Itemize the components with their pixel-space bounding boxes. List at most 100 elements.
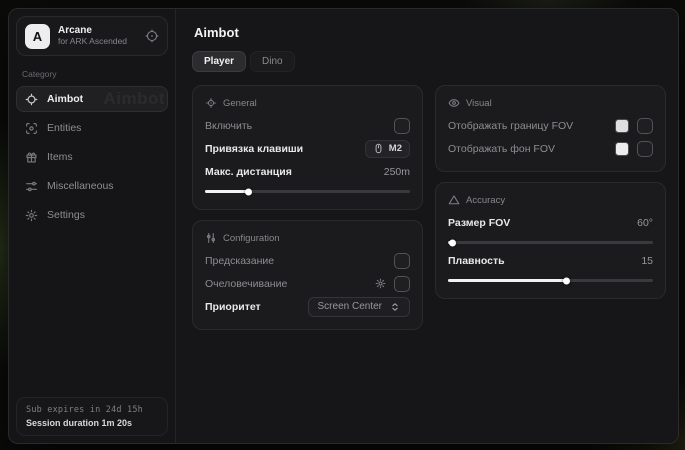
smoothness-row: Плавность 15 [448, 249, 653, 272]
left-column: General Включить Привязка клавиши [192, 85, 423, 330]
fov-size-slider[interactable] [448, 241, 653, 244]
fov-bg-controls [615, 141, 653, 157]
fov-size-row: Размер FOV 60° [448, 211, 653, 234]
tab-player[interactable]: Player [192, 51, 246, 72]
priority-value: Screen Center [318, 301, 382, 312]
fov-bg-label: Отображать фон FOV [448, 143, 555, 155]
distance-label: Макс. дистанция [205, 166, 292, 178]
app-window: A Arcane for ARK Ascended Category [8, 8, 679, 444]
sidebar-item-label: Aimbot [47, 93, 83, 105]
accuracy-card-header: Accuracy [448, 194, 653, 206]
category-label: Category [22, 69, 162, 79]
crosshair-icon [25, 93, 38, 106]
scan-icon [25, 122, 38, 135]
fov-bg-row: Отображать фон FOV [448, 137, 653, 160]
fov-bg-color-swatch[interactable] [615, 142, 629, 156]
sliders-icon [25, 180, 38, 193]
card-title: Accuracy [466, 195, 505, 206]
scope-icon [205, 97, 217, 109]
prediction-label: Предсказание [205, 255, 274, 267]
humanize-label: Очеловечивание [205, 278, 287, 290]
brand-card: A Arcane for ARK Ascended [16, 16, 168, 56]
distance-row: Макс. дистанция 250m [205, 160, 410, 183]
session-duration-text: Session duration 1m 20s [26, 418, 158, 428]
general-card-header: General [205, 97, 410, 109]
fov-border-label: Отображать границу FOV [448, 120, 573, 132]
eye-icon [448, 97, 460, 109]
enable-label: Включить [205, 120, 252, 132]
smoothness-slider[interactable] [448, 279, 653, 282]
gift-icon [25, 151, 38, 164]
fov-bg-checkbox[interactable] [637, 141, 653, 157]
card-title: General [223, 98, 257, 109]
configuration-card: Configuration Предсказание Очеловечивани… [192, 220, 423, 330]
slider-fill [205, 190, 248, 193]
tab-dino[interactable]: Dino [250, 51, 295, 72]
enable-row: Включить [205, 114, 410, 137]
reticle-badge-icon[interactable] [145, 29, 159, 43]
visual-card: Visual Отображать границу FOV Отображать… [435, 85, 666, 172]
humanize-controls [375, 276, 410, 292]
card-title: Visual [466, 98, 492, 109]
sidebar-item-settings[interactable]: Settings [16, 202, 168, 228]
slider-fill [448, 241, 452, 244]
priority-row: Приоритет Screen Center [205, 295, 410, 318]
category-nav: Aimbot Aimbot Entities [16, 86, 168, 231]
accuracy-card: Accuracy Размер FOV 60° Плавность 15 [435, 182, 666, 299]
tab-bar: Player Dino [192, 51, 666, 72]
smoothness-value: 15 [641, 255, 653, 267]
cards-grid: General Включить Привязка клавиши [192, 85, 666, 330]
sidebar-item-items[interactable]: Items [16, 144, 168, 170]
triangle-icon [448, 194, 460, 206]
prediction-row: Предсказание [205, 249, 410, 272]
sidebar-item-aimbot[interactable]: Aimbot Aimbot [16, 86, 168, 112]
configuration-card-header: Configuration [205, 232, 410, 244]
fov-border-checkbox[interactable] [637, 118, 653, 134]
sidebar-item-label: Miscellaneous [47, 180, 114, 192]
sidebar-item-label: Items [47, 151, 73, 163]
prediction-checkbox[interactable] [394, 253, 410, 269]
gear-icon [25, 209, 38, 222]
general-card: General Включить Привязка клавиши [192, 85, 423, 210]
sidebar-item-label: Settings [47, 209, 85, 221]
desktop-background: A Arcane for ARK Ascended Category [0, 0, 685, 450]
slider-fill [448, 279, 567, 282]
priority-label: Приоритет [205, 301, 261, 313]
brand-text: Arcane for ARK Ascended [58, 25, 127, 46]
ghost-watermark: Aimbot [103, 89, 165, 109]
app-logo: A [25, 24, 50, 49]
fov-size-value: 60° [637, 217, 653, 229]
humanize-checkbox[interactable] [394, 276, 410, 292]
sub-expiry-text: Sub expires in 24d 15h [26, 405, 158, 415]
distance-slider[interactable] [205, 190, 410, 193]
fov-border-color-swatch[interactable] [615, 119, 629, 133]
page-title: Aimbot [194, 25, 666, 40]
enable-checkbox[interactable] [394, 118, 410, 134]
sidebar: A Arcane for ARK Ascended Category [9, 9, 176, 443]
visual-card-header: Visual [448, 97, 653, 109]
keybind-value: M2 [389, 143, 402, 154]
fov-border-row: Отображать границу FOV [448, 114, 653, 137]
app-tagline: for ARK Ascended [58, 37, 127, 47]
card-title: Configuration [223, 233, 280, 244]
smoothness-label: Плавность [448, 255, 505, 267]
distance-value: 250m [384, 166, 410, 178]
sidebar-spacer [16, 231, 168, 397]
humanize-settings-gear-icon[interactable] [375, 278, 386, 289]
fov-size-label: Размер FOV [448, 217, 510, 229]
keybind-row: Привязка клавиши M2 [205, 137, 410, 160]
mouse-icon [373, 143, 384, 154]
sidebar-item-entities[interactable]: Entities [16, 115, 168, 141]
keybind-button[interactable]: M2 [365, 140, 410, 158]
main-content: Aimbot Player Dino [176, 9, 678, 443]
sidebar-item-label: Entities [47, 122, 81, 134]
session-info-card: Sub expires in 24d 15h Session duration … [16, 397, 168, 436]
right-column: Visual Отображать границу FOV Отображать… [435, 85, 666, 299]
priority-dropdown[interactable]: Screen Center [308, 297, 410, 317]
keybind-label: Привязка клавиши [205, 143, 303, 155]
tune-icon [205, 232, 217, 244]
humanize-row: Очеловечивание [205, 272, 410, 295]
chevrons-up-down-icon [390, 302, 400, 312]
fov-border-controls [615, 118, 653, 134]
sidebar-item-miscellaneous[interactable]: Miscellaneous [16, 173, 168, 199]
